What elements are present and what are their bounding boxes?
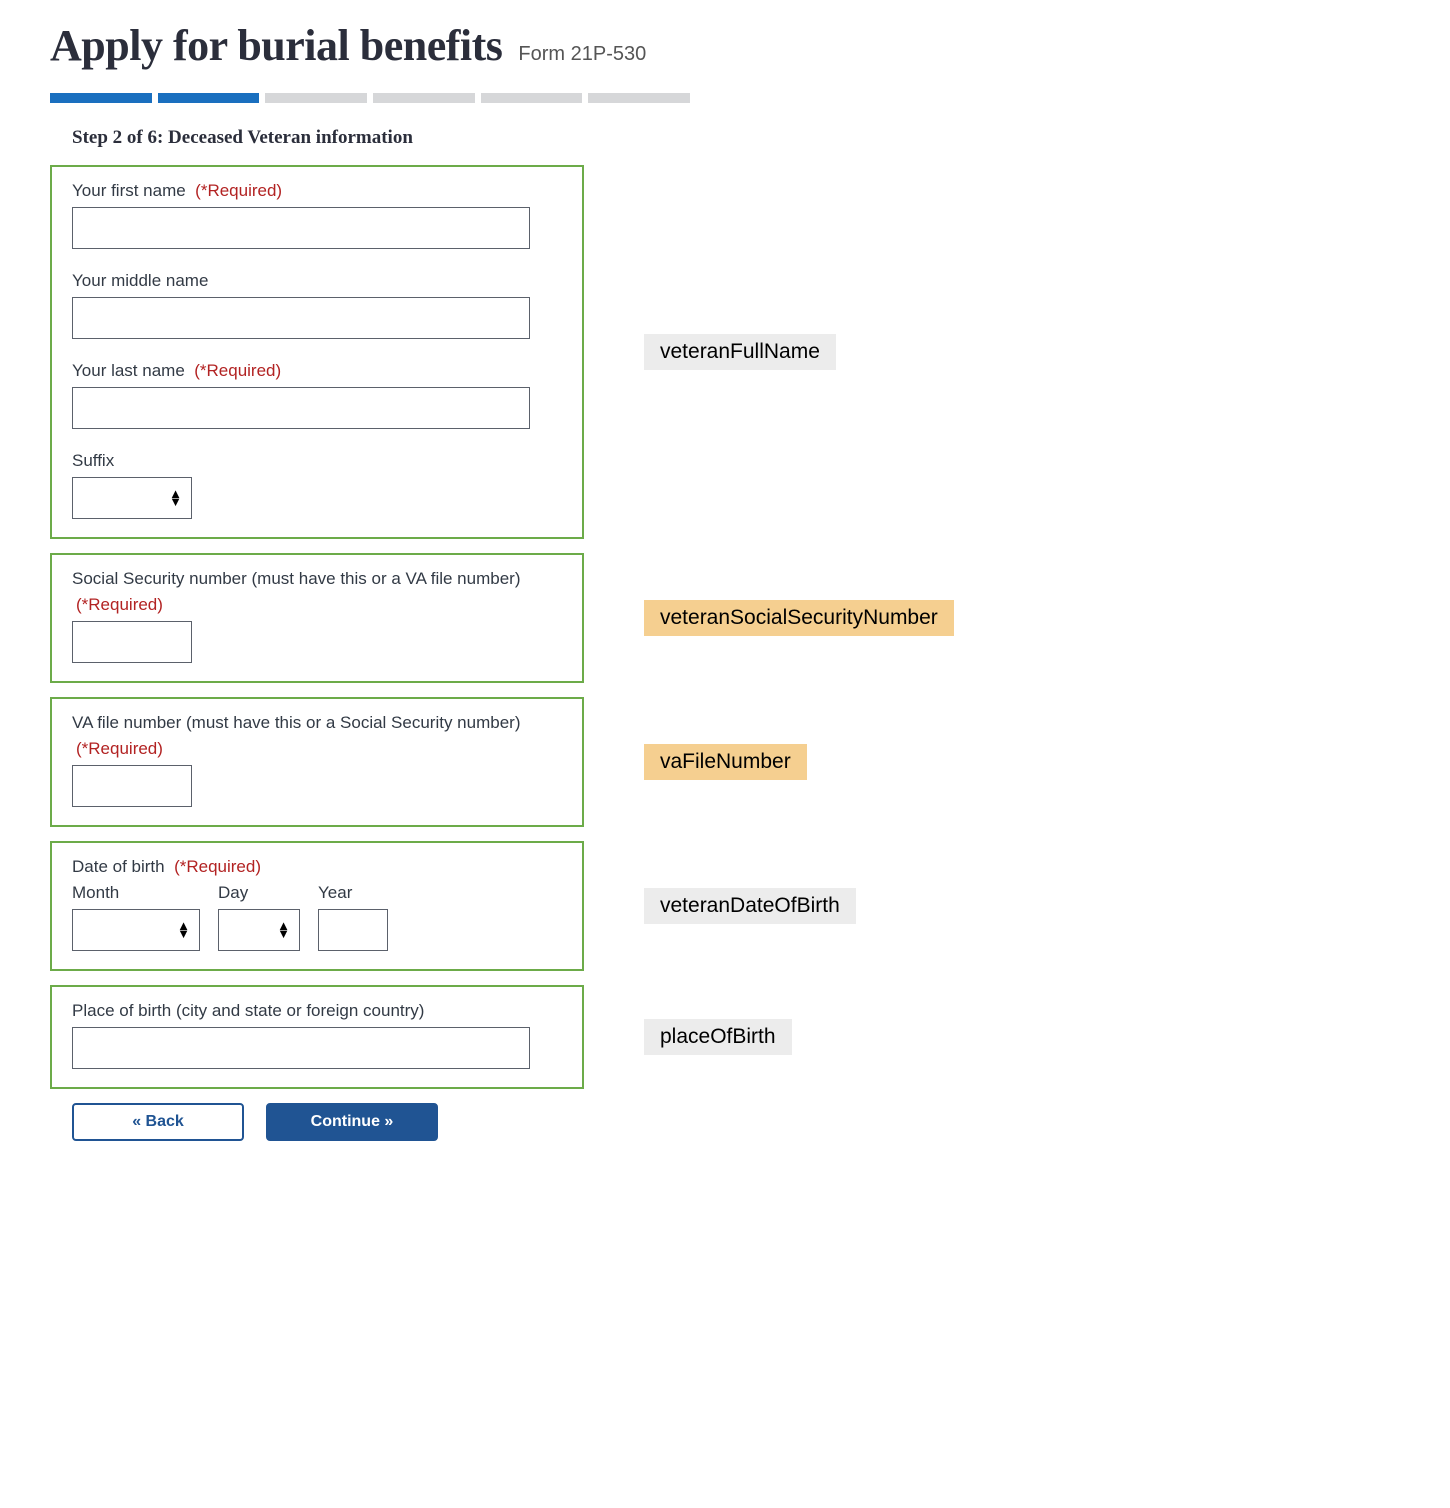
progress-segment (158, 93, 260, 103)
step-title: Step 2 of 6: Deceased Veteran informatio… (72, 127, 1400, 149)
progress-segment (265, 93, 367, 103)
dob-month-label: Month (72, 883, 200, 903)
dob-year-label: Year (318, 883, 388, 903)
suffix-select[interactable] (72, 477, 192, 519)
annotation-name: veteranFullName (644, 334, 836, 370)
suffix-label: Suffix (72, 451, 562, 471)
progress-segment (481, 93, 583, 103)
required-marker: (*Required) (194, 361, 281, 380)
middle-name-label: Your middle name (72, 271, 562, 291)
annotation-pob: placeOfBirth (644, 1019, 792, 1055)
dob-label: Date of birth (*Required) (72, 857, 562, 877)
pob-input[interactable] (72, 1027, 530, 1069)
progress-bar (50, 93, 690, 103)
page-title: Apply for burial benefits (50, 20, 502, 71)
required-marker: (*Required) (76, 739, 562, 759)
progress-segment (588, 93, 690, 103)
continue-button[interactable]: Continue » (266, 1103, 438, 1141)
va-file-label: VA file number (must have this or a Soci… (72, 713, 562, 733)
dob-day-label: Day (218, 883, 300, 903)
required-marker: (*Required) (195, 181, 282, 200)
dob-month-select[interactable] (72, 909, 200, 951)
required-marker: (*Required) (76, 595, 562, 615)
progress-segment (373, 93, 475, 103)
dob-year-input[interactable] (318, 909, 388, 951)
first-name-input[interactable] (72, 207, 530, 249)
annotation-ssn: veteranSocialSecurityNumber (644, 600, 954, 636)
form-number: Form 21P-530 (518, 43, 646, 66)
pob-panel: Place of birth (city and state or foreig… (50, 985, 584, 1089)
progress-segment (50, 93, 152, 103)
last-name-input[interactable] (72, 387, 530, 429)
pob-label: Place of birth (city and state or foreig… (72, 1001, 562, 1021)
middle-name-input[interactable] (72, 297, 530, 339)
ssn-panel: Social Security number (must have this o… (50, 553, 584, 683)
back-button[interactable]: « Back (72, 1103, 244, 1141)
va-file-input[interactable] (72, 765, 192, 807)
annotation-dob: veteranDateOfBirth (644, 888, 856, 924)
name-panel: Your first name (*Required) Your middle … (50, 165, 584, 539)
ssn-label: Social Security number (must have this o… (72, 569, 562, 589)
va-file-panel: VA file number (must have this or a Soci… (50, 697, 584, 827)
first-name-label: Your first name (*Required) (72, 181, 562, 201)
ssn-input[interactable] (72, 621, 192, 663)
dob-panel: Date of birth (*Required) Month ▲▼ Day ▲… (50, 841, 584, 971)
last-name-label: Your last name (*Required) (72, 361, 562, 381)
dob-day-select[interactable] (218, 909, 300, 951)
annotation-va-file: vaFileNumber (644, 744, 807, 780)
required-marker: (*Required) (174, 857, 261, 876)
